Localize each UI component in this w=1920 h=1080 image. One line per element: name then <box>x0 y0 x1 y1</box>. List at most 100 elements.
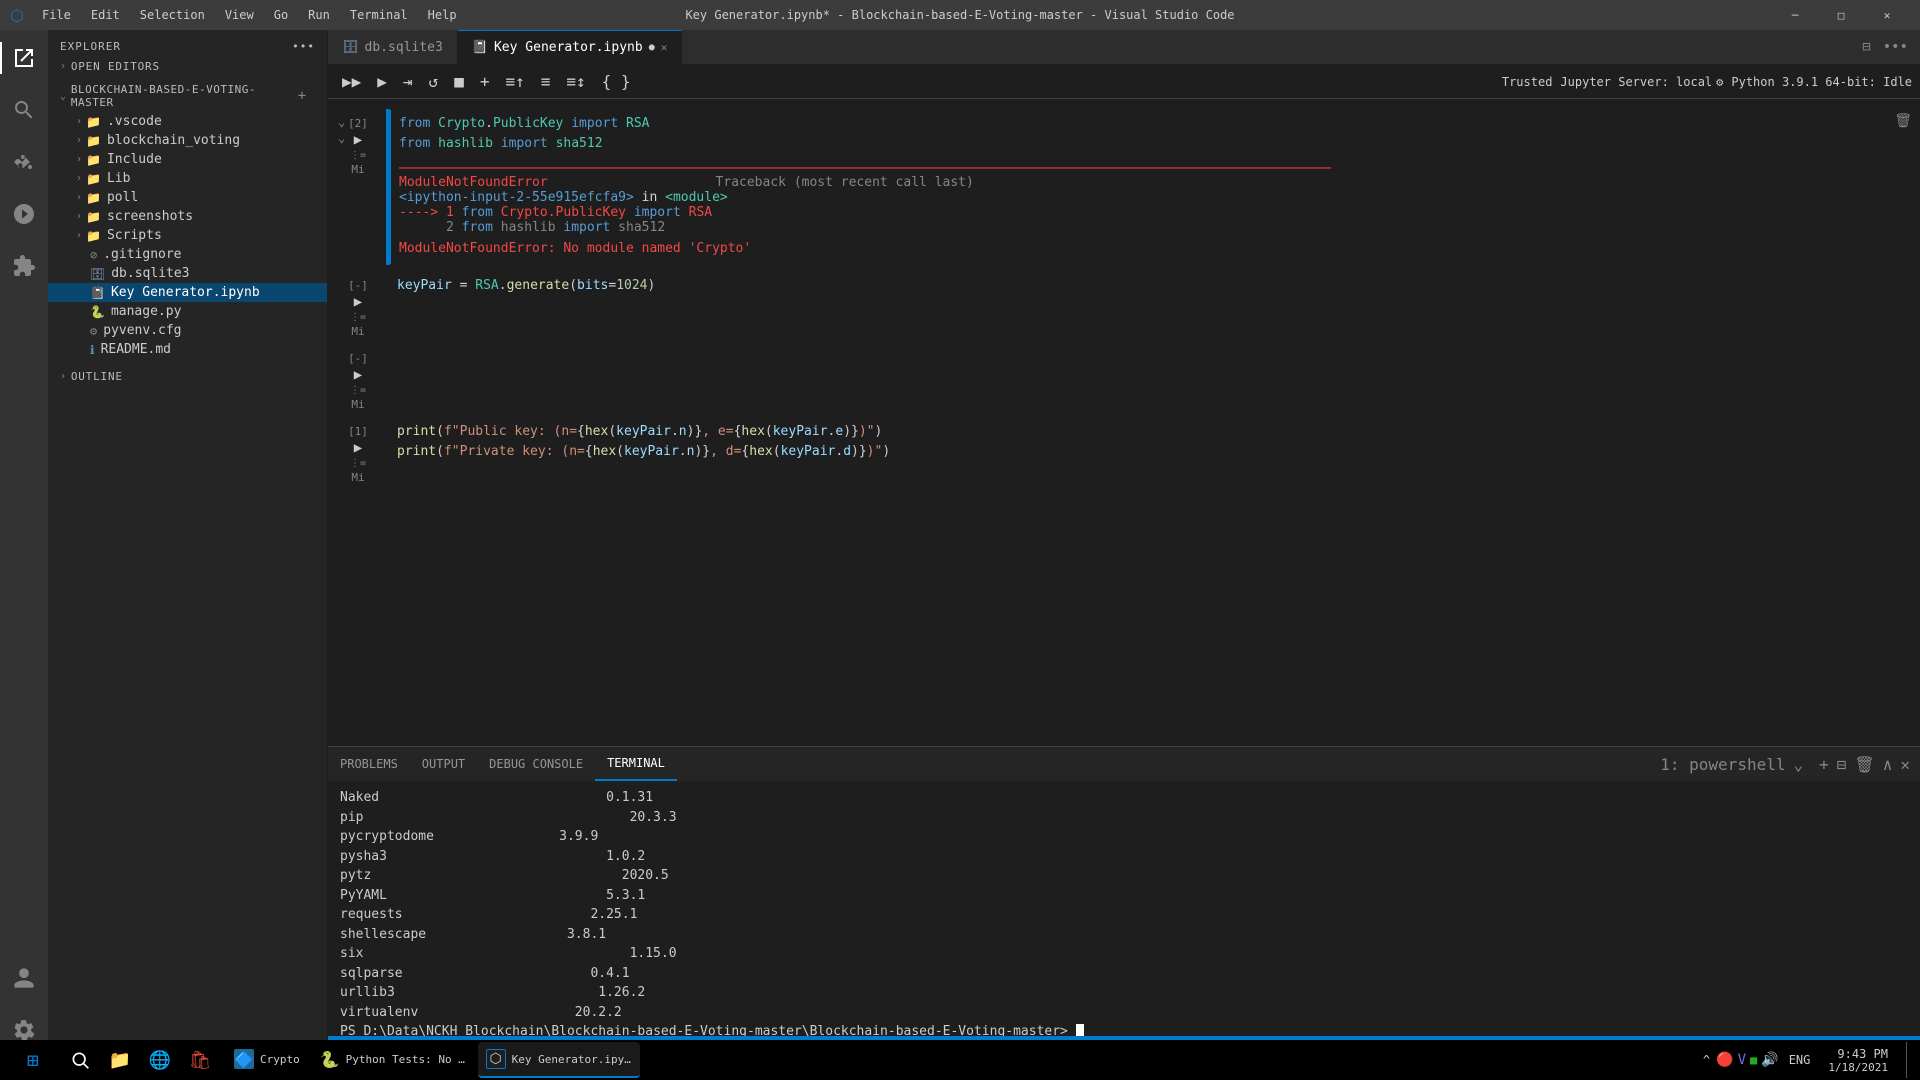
taskbar-clock[interactable]: 9:43 PM 1/18/2021 <box>1820 1047 1896 1074</box>
sidebar-item-include[interactable]: › 📁 Include <box>48 150 327 169</box>
open-editors-section[interactable]: › OPEN EDITORS <box>48 57 327 76</box>
cell-run-button-1[interactable]: ▶ <box>354 132 362 148</box>
sidebar-item-readme[interactable]: ℹ README.md <box>48 340 327 359</box>
outline-section[interactable]: › OUTLINE <box>48 367 327 386</box>
cell-menu-button-1[interactable]: ⋮= <box>350 150 366 161</box>
cell-3: [-] ▶ ⋮= Mi <box>328 344 1920 411</box>
python-version-label[interactable]: Python 3.9.1 64-bit: Idle <box>1731 75 1912 89</box>
debug-icon[interactable] <box>0 190 48 238</box>
sidebar-item-manage-py[interactable]: 🐍 manage.py <box>48 302 327 321</box>
terminal-expand-icon[interactable]: ∧ <box>1881 753 1895 776</box>
menu-view[interactable]: View <box>217 6 262 24</box>
move-up-button[interactable]: ≡↑ <box>499 70 530 93</box>
tab-dbsqlite[interactable]: 🗄 db.sqlite3 <box>328 30 458 64</box>
taskbar-file-explorer-icon[interactable]: 📁 <box>102 1042 138 1078</box>
run-all-button[interactable]: ▶▶ <box>336 70 367 93</box>
collapse-output-btn[interactable]: ⌄ <box>338 131 345 146</box>
keyboard-lang-label[interactable]: ENG <box>1785 1053 1815 1067</box>
menu-selection[interactable]: Selection <box>132 6 213 24</box>
source-control-icon[interactable] <box>0 138 48 186</box>
project-chevron-icon: ⌄ <box>60 91 67 102</box>
cell-run-button-2[interactable]: ▶ <box>354 294 362 310</box>
add-cell-button[interactable]: + <box>474 70 496 93</box>
account-icon[interactable] <box>0 954 48 1002</box>
run-button[interactable]: ▶ <box>371 70 393 93</box>
sidebar-item-blockchain-voting[interactable]: › 📁 blockchain_voting <box>48 131 327 150</box>
taskbar-app-key-generator[interactable]: ⬡ Key Generator.ipyn... <box>478 1042 640 1078</box>
taskbar-edge-icon[interactable]: 🌐 <box>142 1042 178 1078</box>
menu-run[interactable]: Run <box>300 6 338 24</box>
restart-button[interactable]: ↺ <box>423 70 445 93</box>
split-terminal-icon[interactable]: ⊟ <box>1835 753 1849 776</box>
sidebar-item-dbsqlite[interactable]: 🗄 db.sqlite3 <box>48 264 327 283</box>
cell-code-4[interactable]: print(f"Public key: (n={hex(keyPair.n)},… <box>389 418 1919 465</box>
systray-icon-2[interactable]: V <box>1738 1052 1746 1068</box>
search-icon[interactable] <box>0 86 48 134</box>
collapse-btn[interactable]: ⌄ <box>338 115 345 130</box>
tab-close-button[interactable]: ✕ <box>661 41 668 54</box>
terminal-tab-output[interactable]: OUTPUT <box>410 747 477 781</box>
terminal-tab-problems[interactable]: PROBLEMS <box>328 747 410 781</box>
close-button[interactable]: ✕ <box>1864 0 1910 30</box>
show-desktop-button[interactable] <box>1906 1042 1912 1078</box>
cells-button[interactable]: ≡ <box>535 70 557 93</box>
cell-delete-button-1[interactable]: 🗑 <box>1894 113 1912 129</box>
menu-edit[interactable]: Edit <box>83 6 128 24</box>
cell-menu-button-3[interactable]: ⋮= <box>350 385 366 396</box>
taskbar-search-icon[interactable] <box>62 1042 98 1078</box>
add-terminal-icon[interactable]: + <box>1817 753 1831 776</box>
project-root-section[interactable]: ⌄ BLOCKCHAIN-BASED-E-VOTING-MASTER + <box>48 80 327 112</box>
systray-icon-4[interactable]: 🔊 <box>1761 1052 1778 1068</box>
taskbar-app-python-tests[interactable]: 🐍 Python Tests: No m... <box>312 1042 474 1078</box>
sidebar-item-scripts[interactable]: › 📁 Scripts <box>48 226 327 245</box>
sidebar-item-key-generator[interactable]: 📓 Key Generator.ipynb <box>48 283 327 302</box>
folder-chevron-icon: › <box>76 230 82 241</box>
split-editor-icon[interactable]: ⊟ <box>1858 37 1874 57</box>
menu-go[interactable]: Go <box>266 6 296 24</box>
menu-terminal[interactable]: Terminal <box>342 6 416 24</box>
sidebar-more-icon[interactable]: ••• <box>292 40 315 53</box>
cell-code-2[interactable]: keyPair = RSA.generate(bits=1024) <box>389 272 1919 300</box>
run-next-button[interactable]: ⇥ <box>397 70 419 93</box>
cell-menu-button-4[interactable]: ⋮= <box>350 458 366 469</box>
sidebar-item-screenshots[interactable]: › 📁 screenshots <box>48 207 327 226</box>
close-terminal-icon[interactable]: ✕ <box>1898 753 1912 776</box>
taskbar-running-apps: 🔷 Crypto 🐍 Python Tests: No m... ⬡ Key G… <box>226 1042 640 1078</box>
cell-menu-button-2[interactable]: ⋮= <box>350 312 366 323</box>
systray-icon-1[interactable]: 🔴 <box>1716 1052 1733 1068</box>
terminal-selector[interactable]: 1: powershell ⌄ <box>1650 753 1813 776</box>
taskbar-app-crypto[interactable]: 🔷 Crypto <box>226 1042 308 1078</box>
explorer-icon[interactable] <box>0 34 48 82</box>
sidebar-item-lib[interactable]: › 📁 Lib <box>48 169 327 188</box>
clear-button[interactable]: ≡↕ <box>560 70 591 93</box>
menu-help[interactable]: Help <box>420 6 465 24</box>
more-actions-icon[interactable]: ••• <box>1879 37 1912 57</box>
maximize-button[interactable]: □ <box>1818 0 1864 30</box>
cell-code-1[interactable]: from Crypto.PublicKey import RSA from ha… <box>391 110 1919 157</box>
minimize-button[interactable]: ─ <box>1772 0 1818 30</box>
terminal-tab-debug[interactable]: DEBUG CONSOLE <box>477 747 595 781</box>
menu-file[interactable]: File <box>34 6 79 24</box>
tab-key-generator[interactable]: 📓 Key Generator.ipynb ● ✕ <box>458 30 683 64</box>
sidebar-item-poll[interactable]: › 📁 poll <box>48 188 327 207</box>
terminal-tab-terminal[interactable]: TERMINAL <box>595 747 677 781</box>
cell-run-button-3[interactable]: ▶ <box>354 367 362 383</box>
variables-button[interactable]: { } <box>596 70 637 93</box>
trusted-badge[interactable]: Trusted <box>1502 75 1553 89</box>
new-file-button[interactable]: + <box>298 88 307 104</box>
cell-run-button-4[interactable]: ▶ <box>354 440 362 456</box>
taskbar-store-icon[interactable]: 🛍 <box>182 1042 218 1078</box>
delete-terminal-icon[interactable]: 🗑 <box>1852 753 1876 776</box>
sidebar-item-gitignore[interactable]: ⊘ .gitignore <box>48 245 327 264</box>
cell-code-3[interactable] <box>389 345 1919 392</box>
sidebar-item-pyvenv[interactable]: ⚙ pyvenv.cfg <box>48 321 327 340</box>
systray-icon-3[interactable]: ■ <box>1750 1053 1757 1067</box>
start-button[interactable]: ⊞ <box>8 1040 58 1080</box>
interrupt-button[interactable]: ■ <box>448 70 470 93</box>
taskbar-notification-area[interactable]: ^ <box>1703 1053 1710 1067</box>
jupyter-server-label[interactable]: Jupyter Server: local ⚙ <box>1560 75 1723 89</box>
taskbar-app-crypto-label: Crypto <box>260 1053 300 1066</box>
terminal-content[interactable]: Naked 0.1.31 pip 20.3.3 pycryptodome 3.9… <box>328 782 1920 1036</box>
sidebar-item-vscode[interactable]: › 📁 .vscode <box>48 112 327 131</box>
extensions-icon[interactable] <box>0 242 48 290</box>
